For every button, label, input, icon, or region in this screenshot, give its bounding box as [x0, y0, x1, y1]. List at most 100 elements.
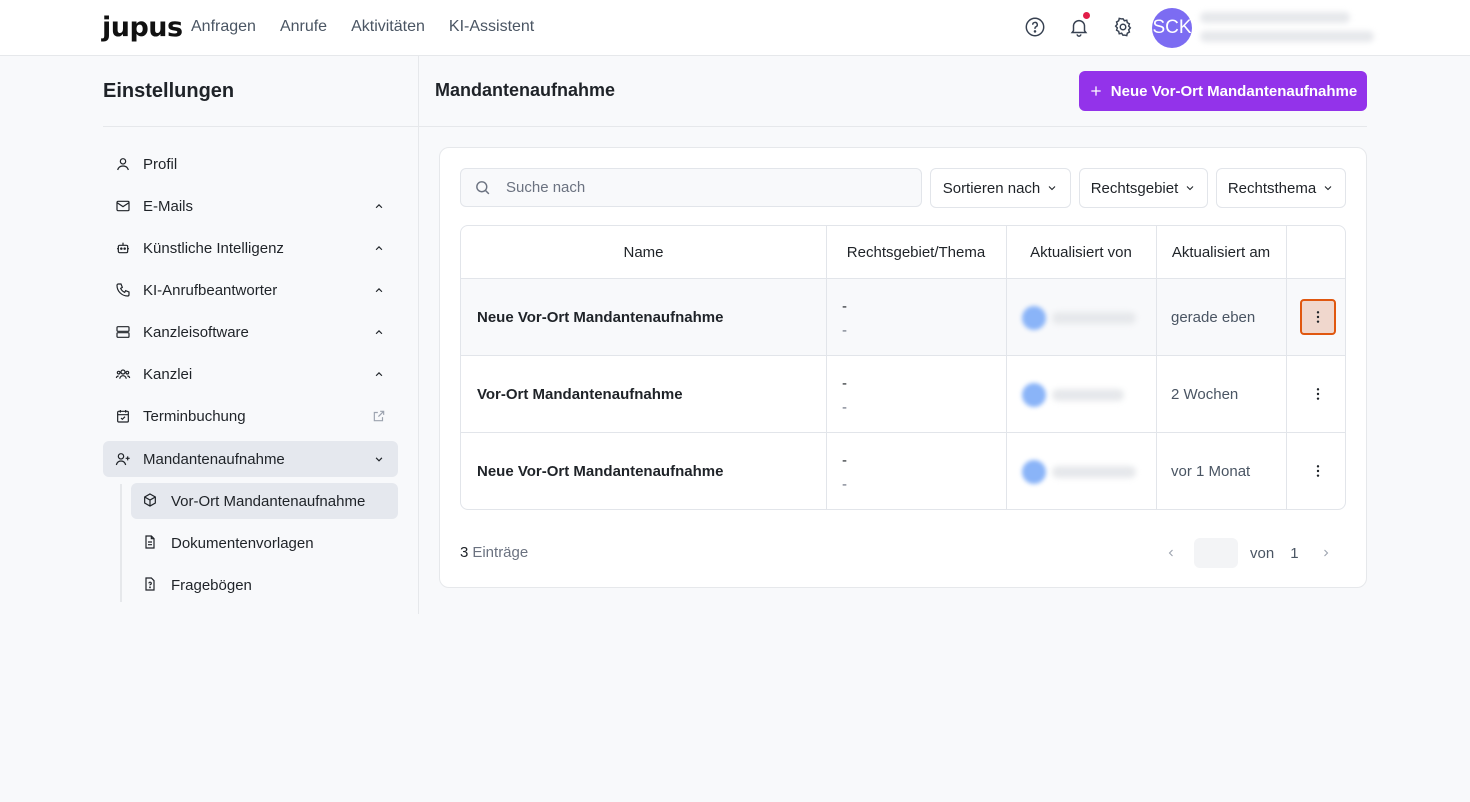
user-info-redacted: [1200, 12, 1374, 46]
sidebar-item-kanzlei[interactable]: Kanzlei: [103, 356, 398, 392]
sidebar-item-mandantenaufnahme[interactable]: Mandantenaufnahme: [103, 441, 398, 477]
pagination: von 1: [1160, 538, 1337, 568]
row-name: Neue Vor-Ort Mandantenaufnahme: [477, 309, 724, 326]
sidebar-item-label: Kanzlei: [143, 365, 193, 383]
sidebar-subitem-frageboegen[interactable]: Fragebögen: [131, 567, 398, 603]
column-divider: [826, 226, 827, 509]
row-name: Vor-Ort Mandantenaufnahme: [477, 386, 683, 403]
pagination-of-label: von: [1250, 544, 1275, 562]
calendar-check-icon: [114, 407, 132, 425]
column-header-updated-by[interactable]: Aktualisiert von: [1006, 226, 1156, 279]
column-header-name[interactable]: Name: [461, 226, 826, 279]
column-divider: [1156, 226, 1157, 509]
row-area-topic: - -: [842, 449, 847, 497]
sidebar-item-label: Mandantenaufnahme: [143, 450, 285, 468]
sidebar-subitem-label: Vor-Ort Mandantenaufnahme: [171, 492, 366, 510]
table-row[interactable]: Neue Vor-Ort Mandantenaufnahme - - gerad…: [461, 279, 1345, 356]
row-area: -: [842, 298, 847, 315]
help-icon[interactable]: [1024, 16, 1046, 38]
sidebar-item-kuenstliche-intelligenz[interactable]: Künstliche Intelligenz: [103, 230, 398, 266]
sidebar-item-emails[interactable]: E-Mails: [103, 188, 398, 224]
avatar[interactable]: SCK: [1152, 8, 1192, 48]
nav-aktivitaeten[interactable]: Aktivitäten: [351, 18, 425, 36]
sidebar-item-profil[interactable]: Profil: [103, 146, 398, 182]
table-row[interactable]: Vor-Ort Mandantenaufnahme - - 2 Wochen: [461, 356, 1345, 433]
row-updated-by-redacted: [1022, 383, 1137, 407]
question-file-icon: [142, 576, 160, 594]
more-vertical-icon: [1316, 465, 1320, 477]
sidebar-item-label: E-Mails: [143, 197, 194, 215]
app-logo[interactable]: jupus: [102, 12, 183, 43]
column-divider: [1006, 226, 1007, 509]
row-area: -: [842, 452, 847, 469]
settings-sidebar: Einstellungen Profil E-Mails Künstliche …: [0, 56, 419, 614]
sidebar-subitem-dokumentenvorlagen[interactable]: Dokumentenvorlagen: [131, 525, 398, 561]
sidebar-title: Einstellungen: [103, 80, 235, 102]
entries-count: 3 Einträge: [460, 544, 528, 561]
top-bar: jupus Anfragen Anrufe Aktivitäten KI-Ass…: [0, 0, 1470, 56]
gear-icon[interactable]: [1112, 16, 1134, 38]
intake-card: Sortieren nach Rechtsgebiet Rechtsthema …: [439, 147, 1367, 588]
row-actions-button[interactable]: [1300, 376, 1336, 412]
sidebar-item-kanzleisoftware[interactable]: Kanzleisoftware: [103, 314, 398, 350]
row-area-topic: - -: [842, 372, 847, 420]
chevron-up-icon: [372, 367, 386, 381]
external-link-icon: [372, 409, 386, 423]
column-header-updated-at[interactable]: Aktualisiert am: [1156, 226, 1286, 279]
divider: [419, 126, 1367, 127]
row-actions-button[interactable]: [1300, 453, 1336, 489]
row-updated-at: 2 Wochen: [1171, 386, 1239, 403]
chevron-up-icon: [372, 241, 386, 255]
topic-dropdown[interactable]: Rechtsthema: [1216, 168, 1346, 208]
mail-icon: [114, 197, 132, 215]
nav-ki-assistent[interactable]: KI-Assistent: [449, 18, 534, 36]
table-header: Name Rechtsgebiet/Thema Aktualisiert von…: [461, 226, 1345, 279]
row-updated-by-redacted: [1022, 306, 1137, 330]
sort-dropdown[interactable]: Sortieren nach: [930, 168, 1071, 208]
sidebar-item-terminbuchung[interactable]: Terminbuchung: [103, 398, 398, 434]
robot-icon: [114, 239, 132, 257]
sidebar-item-label: Terminbuchung: [143, 407, 246, 425]
sidebar-item-label: KI-Anrufbeantworter: [143, 281, 278, 299]
sidebar-subitem-vor-ort[interactable]: Vor-Ort Mandantenaufnahme: [131, 483, 398, 519]
entries-count-label: Einträge: [472, 544, 529, 561]
chevron-down-icon: [1324, 186, 1332, 191]
page-number-input[interactable]: [1194, 538, 1238, 568]
sidebar-subitem-label: Fragebögen: [171, 576, 252, 594]
area-dropdown[interactable]: Rechtsgebiet: [1079, 168, 1208, 208]
bell-icon[interactable]: [1068, 12, 1090, 38]
column-header-area[interactable]: Rechtsgebiet/Thema: [826, 226, 1006, 279]
divider: [103, 126, 419, 127]
more-vertical-icon: [1316, 388, 1320, 400]
page-title: Mandantenaufnahme: [435, 80, 616, 100]
sidebar-item-ki-anrufbeantworter[interactable]: KI-Anrufbeantworter: [103, 272, 398, 308]
search-box[interactable]: [460, 168, 922, 207]
sort-dropdown-label: Sortieren nach: [942, 179, 1041, 197]
chevron-down-icon: [1048, 186, 1056, 191]
column-divider: [1286, 226, 1287, 509]
main-nav: Anfragen Anrufe Aktivitäten KI-Assistent: [191, 18, 534, 36]
new-intake-button[interactable]: Neue Vor-Ort Mandantenaufnahme: [1079, 71, 1367, 111]
row-updated-by-redacted: [1022, 460, 1137, 484]
notification-dot: [1083, 12, 1090, 19]
chevron-up-icon: [372, 283, 386, 297]
chevron-right-icon[interactable]: [1315, 542, 1337, 564]
search-icon: [474, 179, 492, 197]
box-icon: [142, 492, 160, 510]
team-icon: [114, 365, 132, 383]
more-vertical-icon: [1316, 311, 1320, 323]
nav-anfragen[interactable]: Anfragen: [191, 18, 256, 36]
row-actions-button[interactable]: [1300, 299, 1336, 335]
chevron-down-icon: [372, 452, 386, 466]
row-name: Neue Vor-Ort Mandantenaufnahme: [477, 463, 724, 480]
search-input[interactable]: [506, 179, 886, 196]
chevron-up-icon: [372, 325, 386, 339]
server-icon: [114, 323, 132, 341]
document-icon: [142, 534, 160, 552]
sidebar-item-label: Künstliche Intelligenz: [143, 239, 284, 257]
user-plus-icon: [114, 450, 132, 468]
chevron-left-icon[interactable]: [1160, 542, 1182, 564]
table-row[interactable]: Neue Vor-Ort Mandantenaufnahme - - vor 1…: [461, 433, 1345, 509]
entries-count-value: 3: [460, 544, 469, 561]
nav-anrufe[interactable]: Anrufe: [280, 18, 327, 36]
